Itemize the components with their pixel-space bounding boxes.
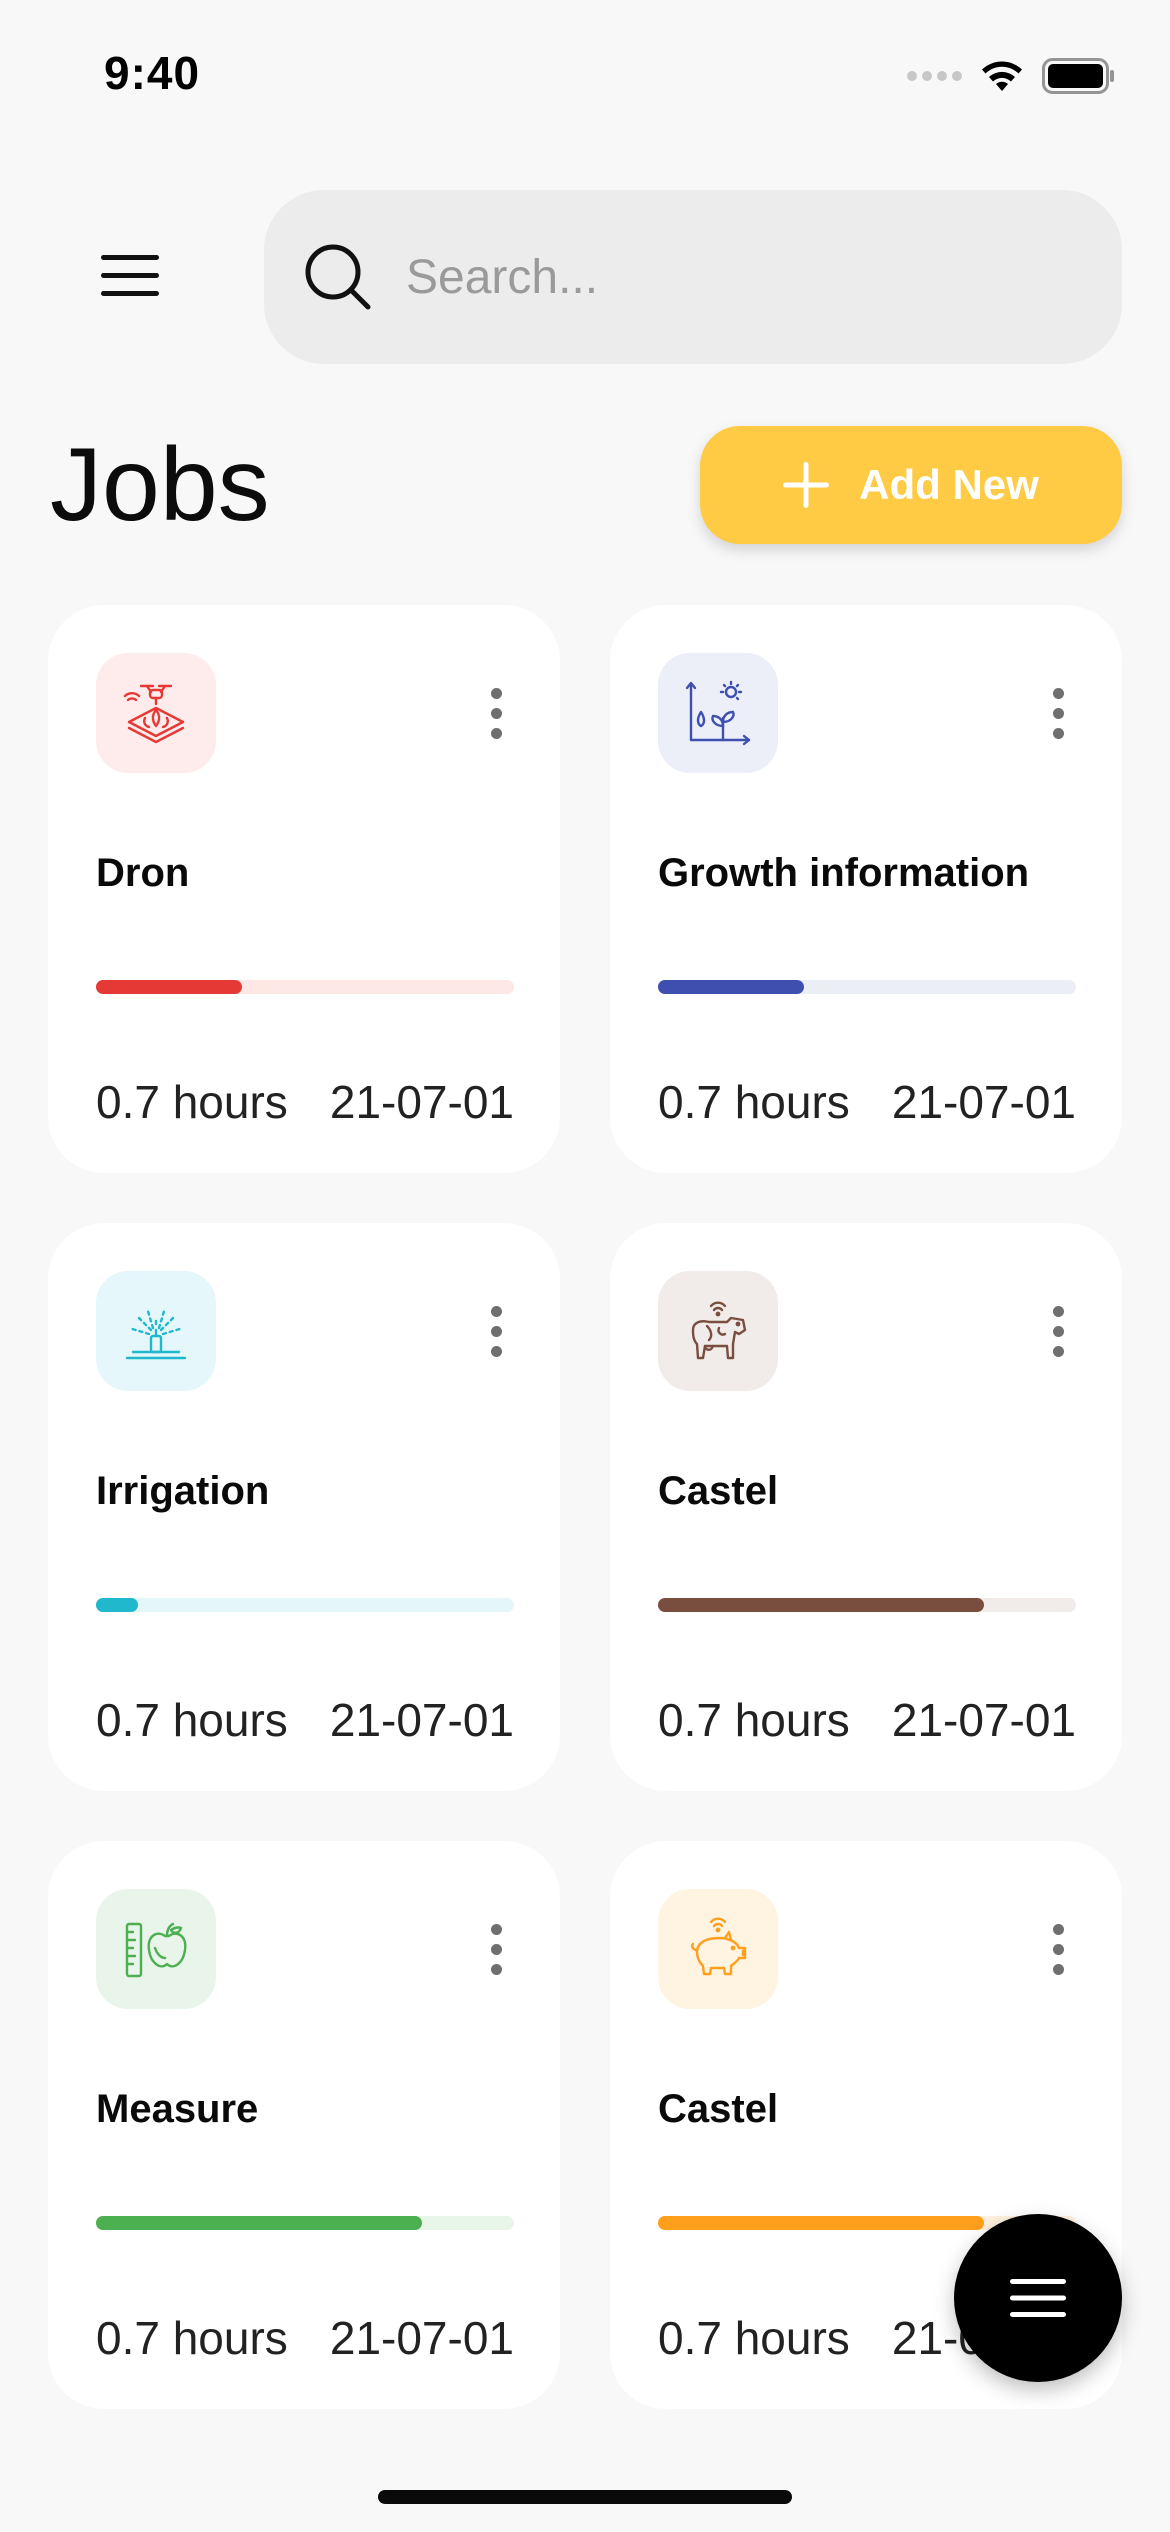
- job-title: Irrigation: [96, 1469, 270, 1513]
- kebab-menu-icon: [490, 687, 502, 699]
- job-hours: 0.7 hours: [96, 1076, 288, 1128]
- job-card-castel-cow[interactable]: Castel 0.7 hours 21-07-01: [610, 1223, 1122, 1791]
- home-indicator[interactable]: [378, 2490, 792, 2504]
- job-icon-tile: [658, 1889, 778, 2009]
- job-icon-tile: [96, 653, 216, 773]
- job-hours: 0.7 hours: [658, 1076, 850, 1128]
- more-options-button[interactable]: [468, 1909, 524, 1989]
- plus-icon: [783, 462, 830, 508]
- more-options-button[interactable]: [1030, 673, 1086, 753]
- more-options-button[interactable]: [468, 673, 524, 753]
- floating-menu-button[interactable]: [954, 2214, 1122, 2382]
- job-title: Measure: [96, 2087, 259, 2131]
- job-progress-fill: [96, 2216, 423, 2230]
- add-new-button[interactable]: Add New: [700, 426, 1122, 544]
- search-bar[interactable]: [264, 190, 1122, 364]
- job-progress-bar: [658, 1598, 1076, 1612]
- job-card-growth-information[interactable]: Growth information 0.7 hours 21-07-01: [610, 605, 1122, 1173]
- job-card-irrigation[interactable]: Irrigation 0.7 hours 21-07-01: [48, 1223, 560, 1791]
- status-time: 9:40: [104, 47, 201, 99]
- search-input[interactable]: [404, 248, 1048, 306]
- job-progress-bar: [96, 980, 514, 994]
- more-options-button[interactable]: [1030, 1909, 1086, 1989]
- job-icon-tile: [96, 1889, 216, 2009]
- job-title: Castel: [658, 1469, 779, 1513]
- job-icon-tile: [658, 1271, 778, 1391]
- battery-icon: [1042, 58, 1114, 94]
- kebab-menu-icon: [490, 1923, 502, 1935]
- job-progress-bar: [96, 1598, 514, 1612]
- job-title: Castel: [658, 2087, 779, 2131]
- job-hours: 0.7 hours: [96, 2312, 288, 2364]
- cellular-signal-icon: [907, 71, 962, 81]
- ruler-apple-icon: [125, 1922, 187, 1978]
- sprinkler-icon: [125, 1306, 187, 1360]
- job-progress-fill: [96, 980, 243, 994]
- search-icon: [305, 244, 371, 310]
- job-date: 21-07-01: [329, 1076, 514, 1128]
- job-progress-bar: [658, 980, 1076, 994]
- job-title: Growth information: [658, 851, 1030, 895]
- job-date: 21-07-01: [329, 2312, 514, 2364]
- job-card-dron[interactable]: Dron 0.7 hours 21-07-01: [48, 605, 560, 1173]
- more-options-button[interactable]: [468, 1291, 524, 1371]
- job-progress-fill: [658, 980, 805, 994]
- kebab-menu-icon: [1052, 1305, 1064, 1317]
- job-title: Dron: [96, 851, 190, 895]
- job-progress-fill: [658, 2216, 985, 2230]
- hamburger-menu-icon: [1010, 2279, 1066, 2317]
- hamburger-menu-icon: [101, 255, 159, 296]
- job-date: 21-07-01: [329, 1694, 514, 1746]
- job-date: 21-07-01: [891, 1076, 1076, 1128]
- plant-growth-chart-icon: [685, 680, 751, 746]
- menu-button[interactable]: [92, 244, 168, 308]
- job-hours: 0.7 hours: [658, 1694, 850, 1746]
- pig-icon: [691, 1917, 747, 1976]
- kebab-menu-icon: [1052, 687, 1064, 699]
- job-icon-tile: [96, 1271, 216, 1391]
- job-hours: 0.7 hours: [96, 1694, 288, 1746]
- page-title: Jobs: [50, 427, 270, 543]
- status-indicators: [907, 56, 1116, 96]
- job-date: 21-07-01: [891, 1694, 1076, 1746]
- kebab-menu-icon: [490, 1305, 502, 1317]
- job-icon-tile: [658, 653, 778, 773]
- cow-icon: [691, 1301, 747, 1360]
- more-options-button[interactable]: [1030, 1291, 1086, 1371]
- job-progress-fill: [96, 1598, 138, 1612]
- add-new-label: Add New: [859, 461, 1039, 508]
- wifi-icon: [982, 61, 1022, 91]
- job-progress-bar: [96, 2216, 514, 2230]
- kebab-menu-icon: [1052, 1923, 1064, 1935]
- job-hours: 0.7 hours: [658, 2312, 850, 2364]
- job-card-measure[interactable]: Measure 0.7 hours 21-07-01: [48, 1841, 560, 2409]
- job-progress-fill: [658, 1598, 985, 1612]
- drone-field-icon: [123, 684, 185, 744]
